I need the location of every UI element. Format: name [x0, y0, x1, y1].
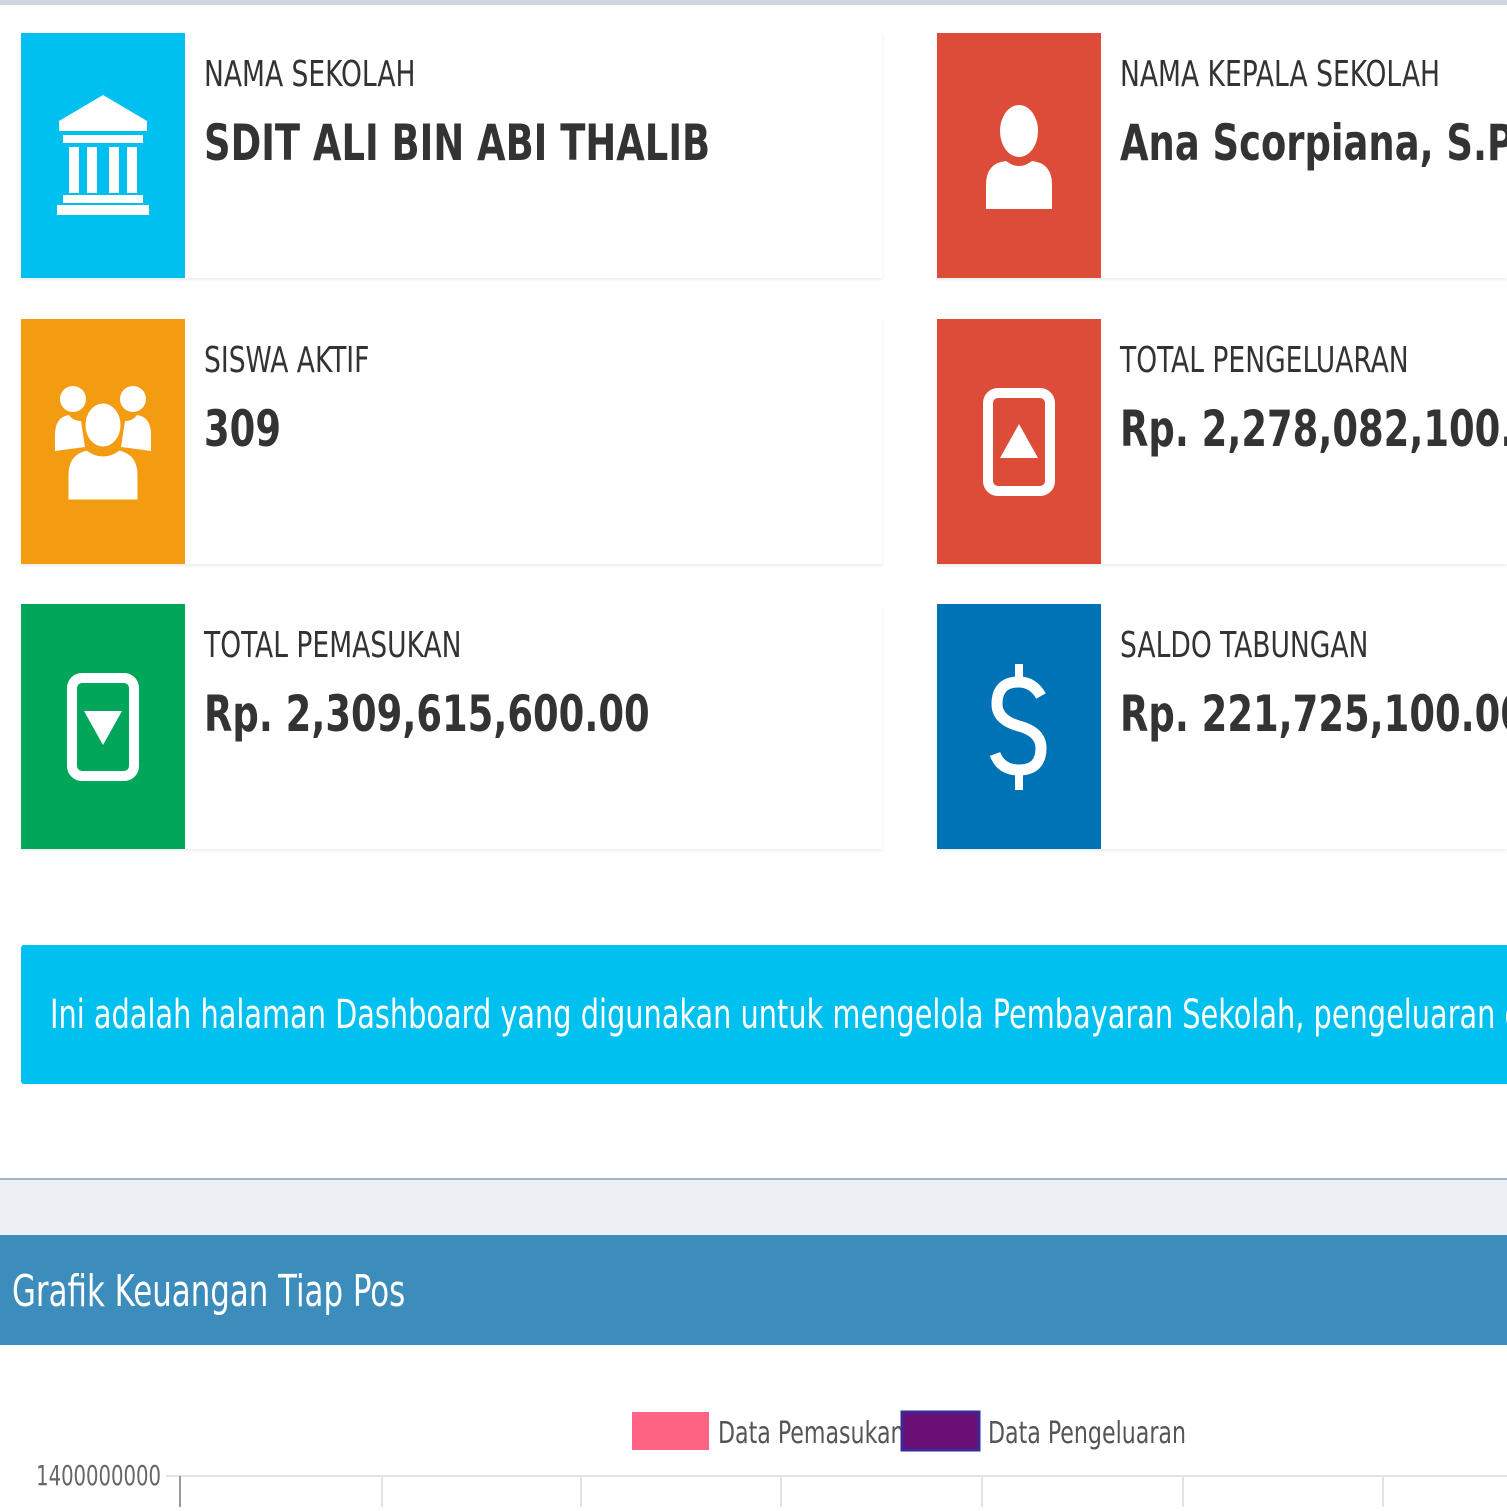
info-box-value: SDIT ALI BIN ABI THALIB	[204, 114, 711, 172]
info-box-icon-bg	[21, 33, 185, 278]
info-box-savings-balance: SALDO TABUNGAN Rp. 221,725,100.00	[937, 604, 1507, 849]
info-box-value: Rp. 221,725,100.00	[1120, 685, 1507, 743]
info-box-total-income: TOTAL PEMASUKAN Rp. 2,309,615,600.00	[21, 604, 882, 849]
callout-text: Ini adalah halaman Dashboard yang diguna…	[50, 992, 1507, 1038]
chart-y-axis: 1400000000	[36, 1459, 161, 1491]
institution-icon	[57, 94, 149, 215]
section-divider-band	[0, 1178, 1507, 1238]
chart-grid	[166, 1475, 1507, 1507]
chart-legend: Data Pemasukan Data Pengeluaran	[632, 1410, 1186, 1452]
chart-panel-header: Grafik Keuangan Tiap Pos	[0, 1235, 1507, 1345]
info-box-active-students: SISWA AKTIF 309	[21, 319, 882, 564]
info-box-label: TOTAL PEMASUKAN	[204, 625, 462, 666]
info-box-value: Rp. 2,309,615,600.00	[204, 685, 650, 743]
legend-label: Data Pengeluaran	[988, 1417, 1186, 1451]
legend-label: Data Pemasukan	[718, 1417, 905, 1451]
info-box-value: Ana Scorpiana, S.Pd	[1120, 114, 1507, 172]
dollar-icon	[989, 663, 1047, 790]
info-box-label: TOTAL PENGELUARAN	[1120, 340, 1409, 381]
info-box-label: SALDO TABUNGAN	[1120, 625, 1369, 666]
legend-swatch	[632, 1412, 709, 1450]
info-box-icon-bg	[937, 319, 1101, 564]
legend-swatch	[900, 1410, 981, 1452]
user-icon	[986, 104, 1052, 209]
top-divider	[0, 0, 1507, 5]
info-box-principal: NAMA KEPALA SEKOLAH Ana Scorpiana, S.Pd	[937, 33, 1507, 278]
info-box-label: SISWA AKTIF	[204, 340, 370, 381]
info-box-icon-bg	[937, 604, 1101, 849]
info-box-icon-bg	[937, 33, 1101, 278]
info-box-school-name: NAMA SEKOLAH SDIT ALI BIN ABI THALIB	[21, 33, 882, 278]
dashboard-info-callout: Ini adalah halaman Dashboard yang diguna…	[21, 945, 1507, 1084]
info-box-icon-bg	[21, 604, 185, 849]
chart-area: Data Pemasukan Data Pengeluaran 140000000…	[0, 1345, 1507, 1507]
caret-square-down-icon	[67, 672, 139, 781]
y-tick-label: 1400000000	[36, 1459, 161, 1491]
panel-title: Grafik Keuangan Tiap Pos	[12, 1266, 406, 1317]
info-box-label: NAMA KEPALA SEKOLAH	[1120, 54, 1441, 95]
info-box-value: Rp. 2,278,082,100.00	[1120, 400, 1507, 458]
users-icon	[55, 385, 151, 502]
caret-square-up-icon	[983, 387, 1055, 496]
info-box-icon-bg	[21, 319, 185, 564]
info-box-label: NAMA SEKOLAH	[204, 54, 416, 95]
info-box-total-expense: TOTAL PENGELUARAN Rp. 2,278,082,100.00	[937, 319, 1507, 564]
finance-bar-chart: Data Pemasukan Data Pengeluaran 140000000…	[36, 1410, 1507, 1507]
info-box-value: 309	[204, 400, 282, 458]
